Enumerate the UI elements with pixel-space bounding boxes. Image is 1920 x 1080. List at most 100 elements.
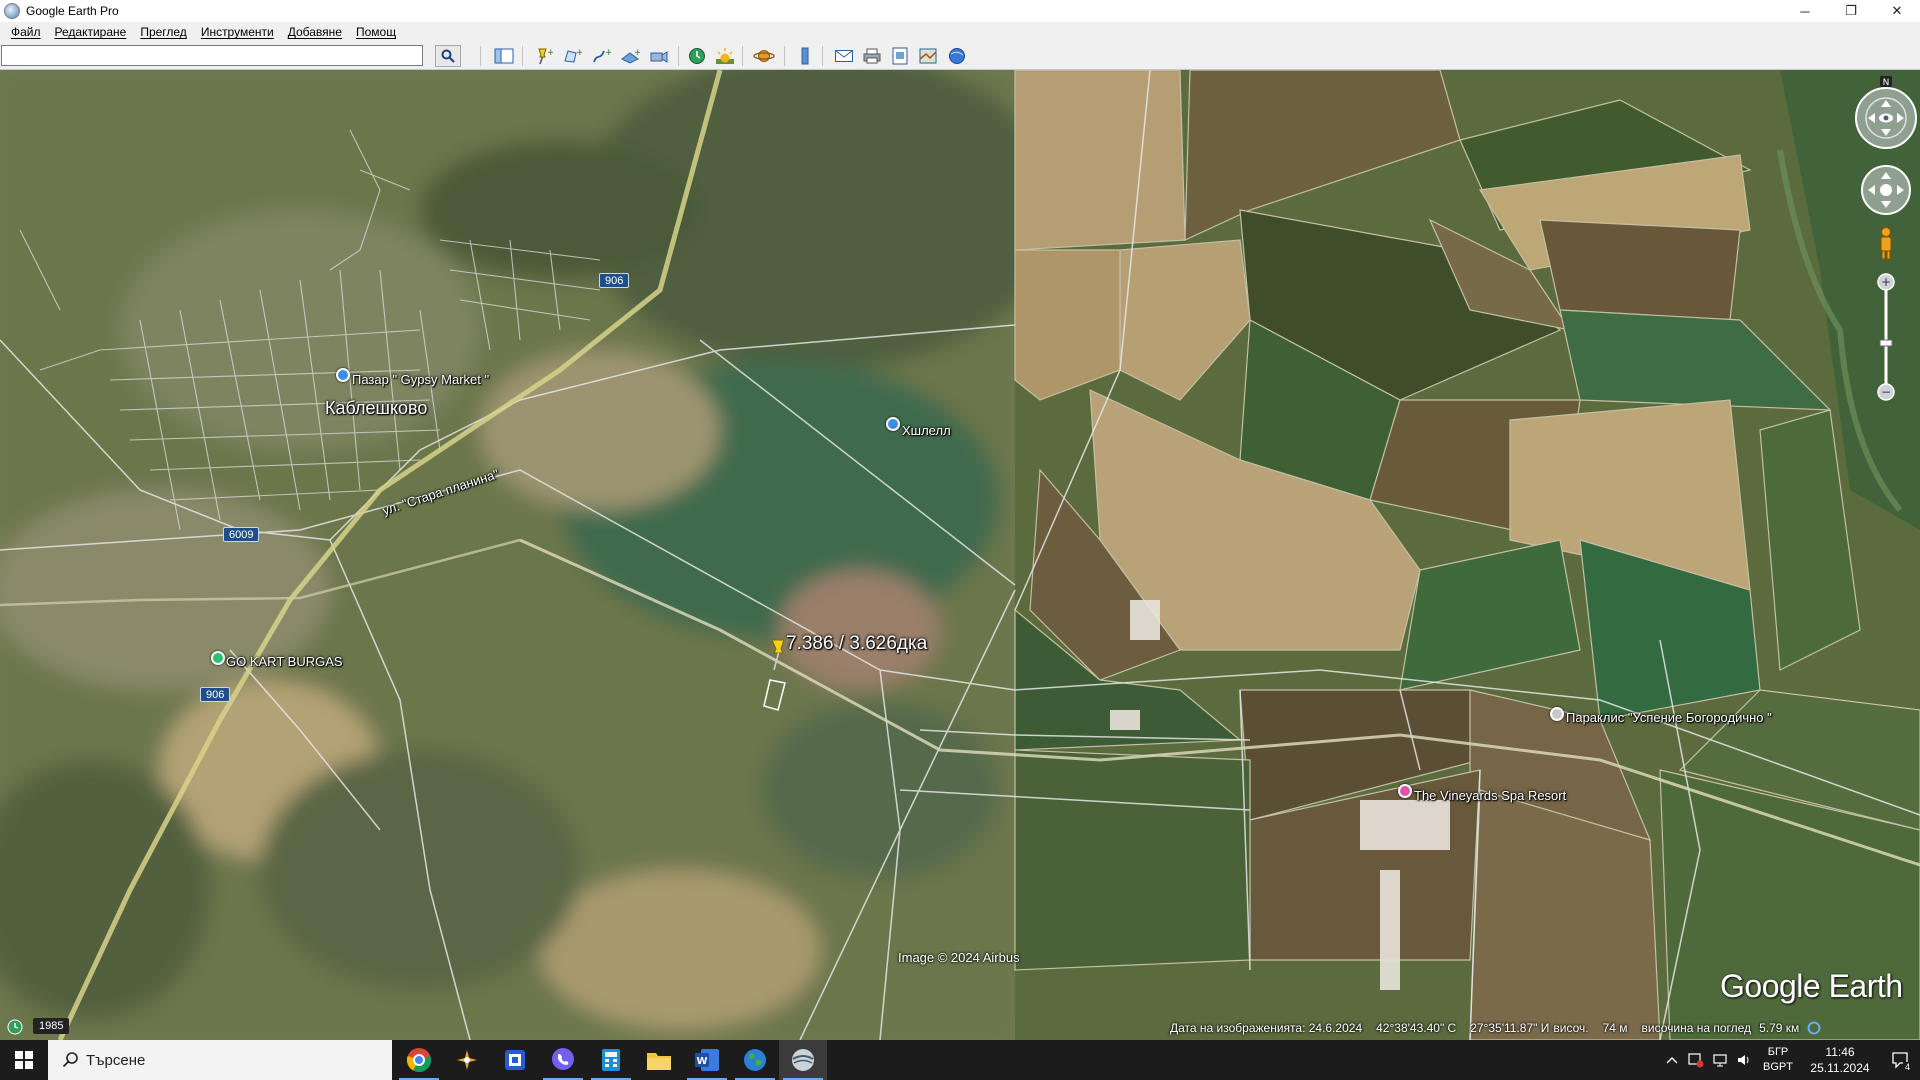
sidebar-toggle-icon bbox=[494, 48, 514, 64]
planets-button[interactable] bbox=[752, 46, 776, 66]
street-view-pegman-icon[interactable] bbox=[1880, 227, 1892, 260]
toolbar-separator bbox=[822, 46, 823, 66]
taskbar-google-earth-pro[interactable] bbox=[779, 1040, 827, 1080]
ruler-icon bbox=[801, 47, 809, 65]
google-earth-app-icon bbox=[4, 3, 20, 19]
ruler-button[interactable] bbox=[793, 46, 817, 66]
road-badge-906-south: 906 bbox=[200, 687, 231, 702]
satellite-imagery bbox=[0, 70, 1920, 1040]
menu-view[interactable]: Преглед bbox=[133, 25, 194, 39]
email-icon bbox=[835, 50, 853, 62]
elevation-label: височ. bbox=[1553, 1021, 1589, 1035]
poi-pin-chapel[interactable] bbox=[1550, 707, 1564, 721]
poi-pin-vineyards-resort[interactable] bbox=[1398, 784, 1412, 798]
menu-tools[interactable]: Инструменти bbox=[194, 25, 281, 39]
measurement-label[interactable]: 7.386 / 3.626дка bbox=[786, 633, 927, 655]
title-bar: Google Earth Pro ─ ❐ ✕ bbox=[0, 0, 1920, 22]
menu-edit[interactable]: Редактиране bbox=[48, 25, 134, 39]
tray-volume-button[interactable] bbox=[1732, 1040, 1756, 1080]
taskbar-file-explorer[interactable] bbox=[635, 1040, 683, 1080]
toolbar-separator bbox=[678, 46, 679, 66]
taskbar-viber[interactable] bbox=[539, 1040, 587, 1080]
poi-pin-gypsy-market[interactable] bbox=[336, 368, 350, 382]
poi-label-hshlell[interactable]: Хшлелл bbox=[902, 423, 951, 438]
add-polygon-button[interactable]: + bbox=[560, 46, 584, 66]
search-input[interactable] bbox=[1, 45, 423, 66]
restore-button[interactable]: ❐ bbox=[1828, 0, 1874, 22]
status-bar: Дата на изображенията: 24.6.2024 42°38'4… bbox=[1170, 1018, 1821, 1038]
poi-label-go-kart[interactable]: GO KART BURGAS bbox=[226, 654, 343, 669]
move-joystick[interactable] bbox=[1861, 165, 1911, 215]
taskbar-network-app[interactable] bbox=[491, 1040, 539, 1080]
eye-altitude-value: 5.79 км bbox=[1759, 1021, 1800, 1035]
poi-label-vineyards-resort[interactable]: The Vineyards Spa Resort bbox=[1414, 788, 1566, 803]
minimize-button[interactable]: ─ bbox=[1782, 0, 1828, 22]
add-polygon-icon: + bbox=[564, 48, 582, 63]
taskbar-search-icon bbox=[62, 1052, 78, 1068]
place-label-kableshkovo[interactable]: Каблешково bbox=[325, 398, 427, 419]
tray-overflow-button[interactable] bbox=[1660, 1040, 1684, 1080]
taskbar-paint-tool[interactable] bbox=[443, 1040, 491, 1080]
tray-security-button[interactable] bbox=[1684, 1040, 1708, 1080]
email-button[interactable] bbox=[832, 46, 856, 66]
poi-label-gypsy-market[interactable]: Пазар " Gypsy Market " bbox=[352, 372, 489, 387]
search-button[interactable] bbox=[435, 45, 461, 67]
clock-time: 11:46 bbox=[1825, 1045, 1855, 1059]
taskbar-word[interactable]: W bbox=[683, 1040, 731, 1080]
notification-count: 4 bbox=[1902, 1062, 1912, 1072]
sun-icon bbox=[716, 48, 734, 64]
look-joystick[interactable] bbox=[1855, 87, 1917, 149]
historical-imagery-icon bbox=[689, 48, 705, 64]
add-path-button[interactable]: + bbox=[589, 46, 613, 66]
svg-text:+: + bbox=[547, 48, 553, 58]
eye-altitude-label: височина на поглед bbox=[1641, 1021, 1752, 1035]
toolbar-separator bbox=[522, 46, 523, 66]
print-button[interactable] bbox=[860, 46, 884, 66]
add-image-overlay-icon: + bbox=[621, 48, 640, 64]
earth-globe-icon bbox=[744, 1049, 766, 1071]
taskbar-chrome[interactable] bbox=[395, 1040, 443, 1080]
zoom-slider[interactable]: + − bbox=[1877, 273, 1895, 401]
historical-imagery-button[interactable] bbox=[685, 46, 709, 66]
svg-text:+: + bbox=[605, 48, 611, 58]
road-badge-906-north: 906 bbox=[599, 273, 630, 288]
windows-logo-icon bbox=[15, 1051, 33, 1069]
view-in-maps-icon bbox=[919, 48, 937, 64]
menu-help[interactable]: Помощ bbox=[349, 25, 403, 39]
compass-north-label: N bbox=[1883, 78, 1890, 88]
add-path-icon: + bbox=[593, 48, 611, 63]
compass-north[interactable]: N bbox=[1880, 76, 1892, 88]
view-in-maps-button[interactable] bbox=[916, 46, 940, 66]
taskbar-earth-globe[interactable] bbox=[731, 1040, 779, 1080]
window-title: Google Earth Pro bbox=[26, 4, 119, 18]
historical-year-badge[interactable]: 1985 bbox=[33, 1018, 70, 1034]
close-button[interactable]: ✕ bbox=[1874, 0, 1920, 22]
add-image-overlay-button[interactable]: + bbox=[618, 46, 642, 66]
clock[interactable]: 11:46 25.11.2024 bbox=[1800, 1044, 1880, 1076]
speaker-icon bbox=[1738, 1055, 1749, 1065]
save-image-button[interactable] bbox=[888, 46, 912, 66]
google-earth-logo: Google Earth bbox=[1720, 968, 1903, 1004]
notification-center-button[interactable]: 4 bbox=[1880, 1040, 1920, 1080]
menu-add[interactable]: Добавяне bbox=[281, 25, 349, 39]
planets-icon bbox=[753, 50, 775, 62]
menu-file[interactable]: Файл bbox=[4, 25, 48, 39]
road-badge-6009: 6009 bbox=[223, 527, 260, 542]
poi-pin-hshlell[interactable] bbox=[886, 417, 900, 431]
sign-in-button[interactable] bbox=[945, 46, 969, 66]
historical-imagery-clock-icon[interactable] bbox=[6, 1018, 24, 1036]
poi-pin-go-kart[interactable] bbox=[211, 651, 225, 665]
taskbar-calculator[interactable] bbox=[587, 1040, 635, 1080]
map-view[interactable]: Каблешково Пазар " Gypsy Market " Хшлелл… bbox=[0, 70, 1920, 1040]
language-indicator[interactable]: БГР BGPT bbox=[1756, 1045, 1800, 1075]
record-tour-button[interactable] bbox=[647, 46, 671, 66]
taskbar-search-box[interactable]: Търсене bbox=[48, 1040, 392, 1080]
poi-label-chapel[interactable]: Параклис "Успение Богородично " bbox=[1566, 710, 1772, 725]
add-placemark-button[interactable]: + bbox=[531, 46, 555, 66]
start-button[interactable] bbox=[0, 1040, 48, 1080]
svg-text:+: + bbox=[576, 48, 582, 58]
tray-network-button[interactable] bbox=[1708, 1040, 1732, 1080]
toolbar: + + + + bbox=[0, 42, 1920, 70]
sun-button[interactable] bbox=[713, 46, 737, 66]
sidebar-toggle-button[interactable] bbox=[492, 46, 516, 66]
